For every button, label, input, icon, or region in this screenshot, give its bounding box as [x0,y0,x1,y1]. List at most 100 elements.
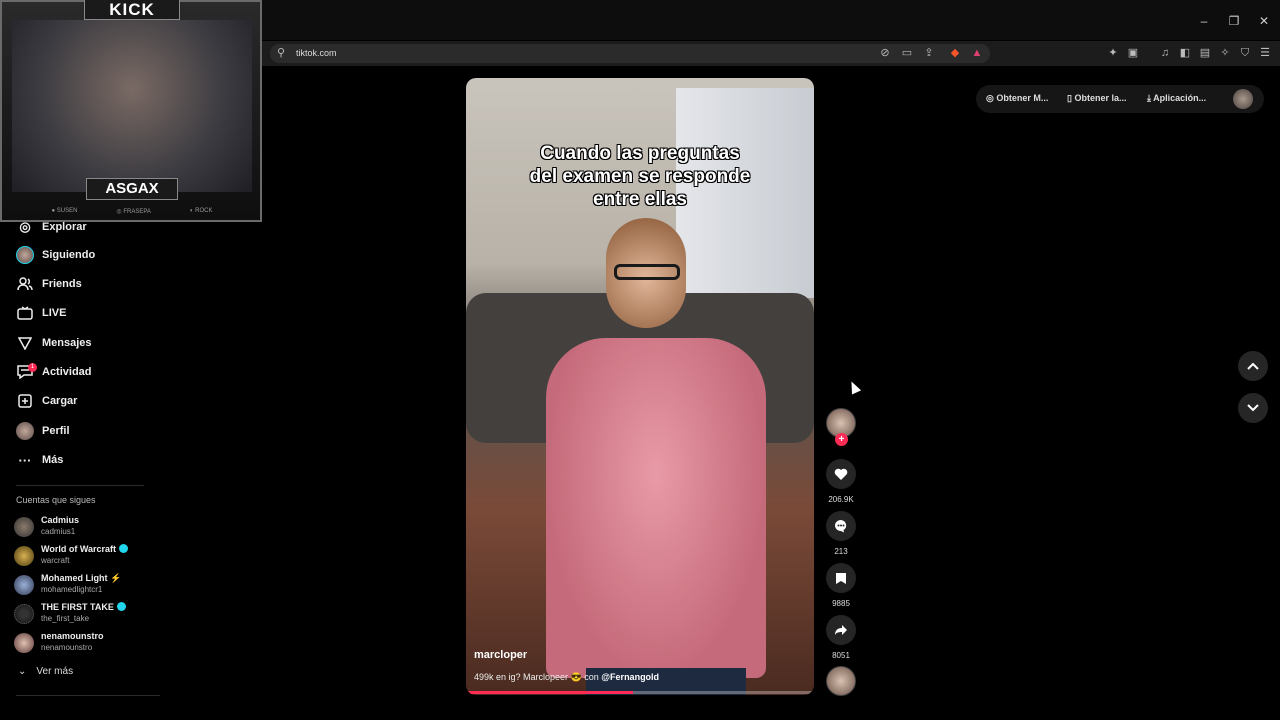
account-username: the_first_take [41,614,90,623]
nav-mensajes[interactable]: Mensajes [16,333,92,353]
save-count: 9885 [832,599,850,608]
nav-friends[interactable]: Friends [16,274,82,294]
sidebar-divider [16,485,144,486]
video-caption: Cuando las preguntas del examen se respo… [466,142,814,211]
get-coins-button[interactable]: ◎ Obtener M... [986,93,1048,104]
account-avatar [14,546,34,566]
following-account[interactable]: World of Warcraft warcraft [14,542,164,570]
following-account[interactable]: nenamounstro nenamounstro [14,629,164,657]
nav-label: Perfil [42,425,70,437]
account-avatar [14,633,34,653]
chevron-up-icon [1247,362,1259,370]
share-arrow-icon [835,625,847,635]
account-avatar [14,604,34,624]
see-more-label: Ver más [36,666,74,677]
wallet-icon[interactable]: ▤ [1198,46,1212,60]
see-more-button[interactable]: ⌄ Ver más [18,666,73,677]
nav-label: Explorar [42,221,87,233]
leo-ai-icon[interactable]: ✧ [1218,46,1232,60]
upload-icon [16,392,34,410]
streamer-name: ASGAX [86,178,178,200]
next-video-button[interactable] [1238,393,1268,423]
video-author[interactable]: marcloper [474,649,527,661]
video-person [526,218,766,695]
caption-line: entre ellas [593,189,687,210]
like-button[interactable] [826,459,856,489]
comment-button[interactable] [826,511,856,541]
coin-icon: ◎ [986,93,994,103]
vpn-icon[interactable]: ⛉ [1238,46,1252,60]
share-icon[interactable]: ⇪ [922,46,936,60]
stream-webcam-overlay: KICK ASGAX ● SUSEN ◎ FRASEPA ◐ ROCK [0,0,262,222]
more-icon: ··· [18,452,32,468]
caption-line: Cuando las preguntas [540,143,740,164]
nav-cargar[interactable]: Cargar [16,391,77,411]
video-player[interactable]: Cuando las preguntas del examen se respo… [466,78,814,695]
mention-link[interactable]: @Fernangold [601,672,659,682]
share-button[interactable] [826,615,856,645]
compass-icon: ◎ [19,219,31,234]
minimize-button[interactable]: – [1192,14,1216,28]
overlay-footer-item: ◐ ROCK [189,208,213,214]
video-description: 499k en ig? Marclopeer 😎 con @Fernangold [474,672,659,683]
person-shirt [546,338,766,678]
account-name: Cadmius [41,515,80,525]
nav-mas[interactable]: ··· Más [16,450,64,470]
comment-icon [835,520,847,533]
menu-icon[interactable]: ☰ [1258,46,1272,60]
screenshot-icon[interactable]: ▣ [1126,46,1140,60]
account-name-row: THE FIRST TAKE [41,602,126,612]
url-text[interactable]: tiktok.com [296,48,337,58]
account-name: World of Warcraft [41,544,117,554]
following-account[interactable]: Cadmius cadmius1 [14,513,164,541]
follow-plus-icon[interactable]: + [835,433,848,446]
get-app-button[interactable]: ▯ Obtener la... [1067,93,1126,104]
nav-live[interactable]: LIVE [16,303,66,323]
person-glasses [614,264,680,280]
kick-logo: KICK [84,0,180,20]
overlay-footer-item: ● SUSEN [51,208,78,214]
site-settings-icon[interactable]: ⚲ [274,46,288,60]
live-icon [16,304,34,322]
account-username: nenamounstro [41,643,93,652]
chevron-down-icon: ⌄ [18,666,27,677]
cast-icon[interactable]: ▭ [900,46,914,60]
nav-label: Cargar [42,395,78,407]
user-avatar[interactable] [1233,89,1253,109]
previous-video-button[interactable] [1238,351,1268,381]
following-account[interactable]: THE FIRST TAKE the_first_take [14,600,164,628]
account-name-row: World of Warcraft [41,544,129,554]
following-account[interactable]: Mohamed Light ⚡ mohamedlightcr1 [14,571,164,599]
music-disc-avatar[interactable] [826,666,856,696]
desktop-app-label: Aplicación... [1153,93,1207,103]
brave-shield-icon[interactable]: ◆ [948,46,962,60]
sidebar-divider [16,695,160,696]
save-button[interactable] [826,563,856,593]
overlay-footer-item: ◎ FRASEPA [116,208,151,215]
video-progress-bar[interactable] [466,691,814,694]
lightning-icon: ⚡ [110,573,122,583]
nav-label: LIVE [42,307,67,319]
account-name: THE FIRST TAKE [41,602,114,612]
get-app-label: Obtener la... [1074,93,1127,103]
media-icon[interactable]: ♫ [1158,46,1172,60]
restore-button[interactable]: ❐ [1222,14,1246,28]
messages-icon [16,334,34,352]
heart-icon [834,468,848,480]
share-count: 8051 [832,651,850,660]
phone-icon: ▯ [1067,93,1072,103]
nav-explorar[interactable]: ◎ Explorar [16,217,87,237]
nav-perfil[interactable]: Perfil [16,421,70,441]
nav-siguiendo[interactable]: Siguiendo [16,245,95,265]
desktop-app-button[interactable]: ⤓ Aplicación... [1147,93,1206,104]
profile-avatar-icon [16,422,34,440]
sidebar-toggle-icon[interactable]: ◧ [1178,46,1192,60]
close-window-button[interactable]: ✕ [1252,14,1276,28]
verified-badge-icon [116,602,126,611]
nav-label: Friends [42,278,82,290]
extensions-icon[interactable]: ✦ [1106,46,1120,60]
account-avatar [14,517,34,537]
rewards-icon[interactable]: ▲ [970,46,984,60]
mute-icon[interactable]: ⊘ [878,46,892,60]
mouse-cursor-icon [846,379,862,395]
